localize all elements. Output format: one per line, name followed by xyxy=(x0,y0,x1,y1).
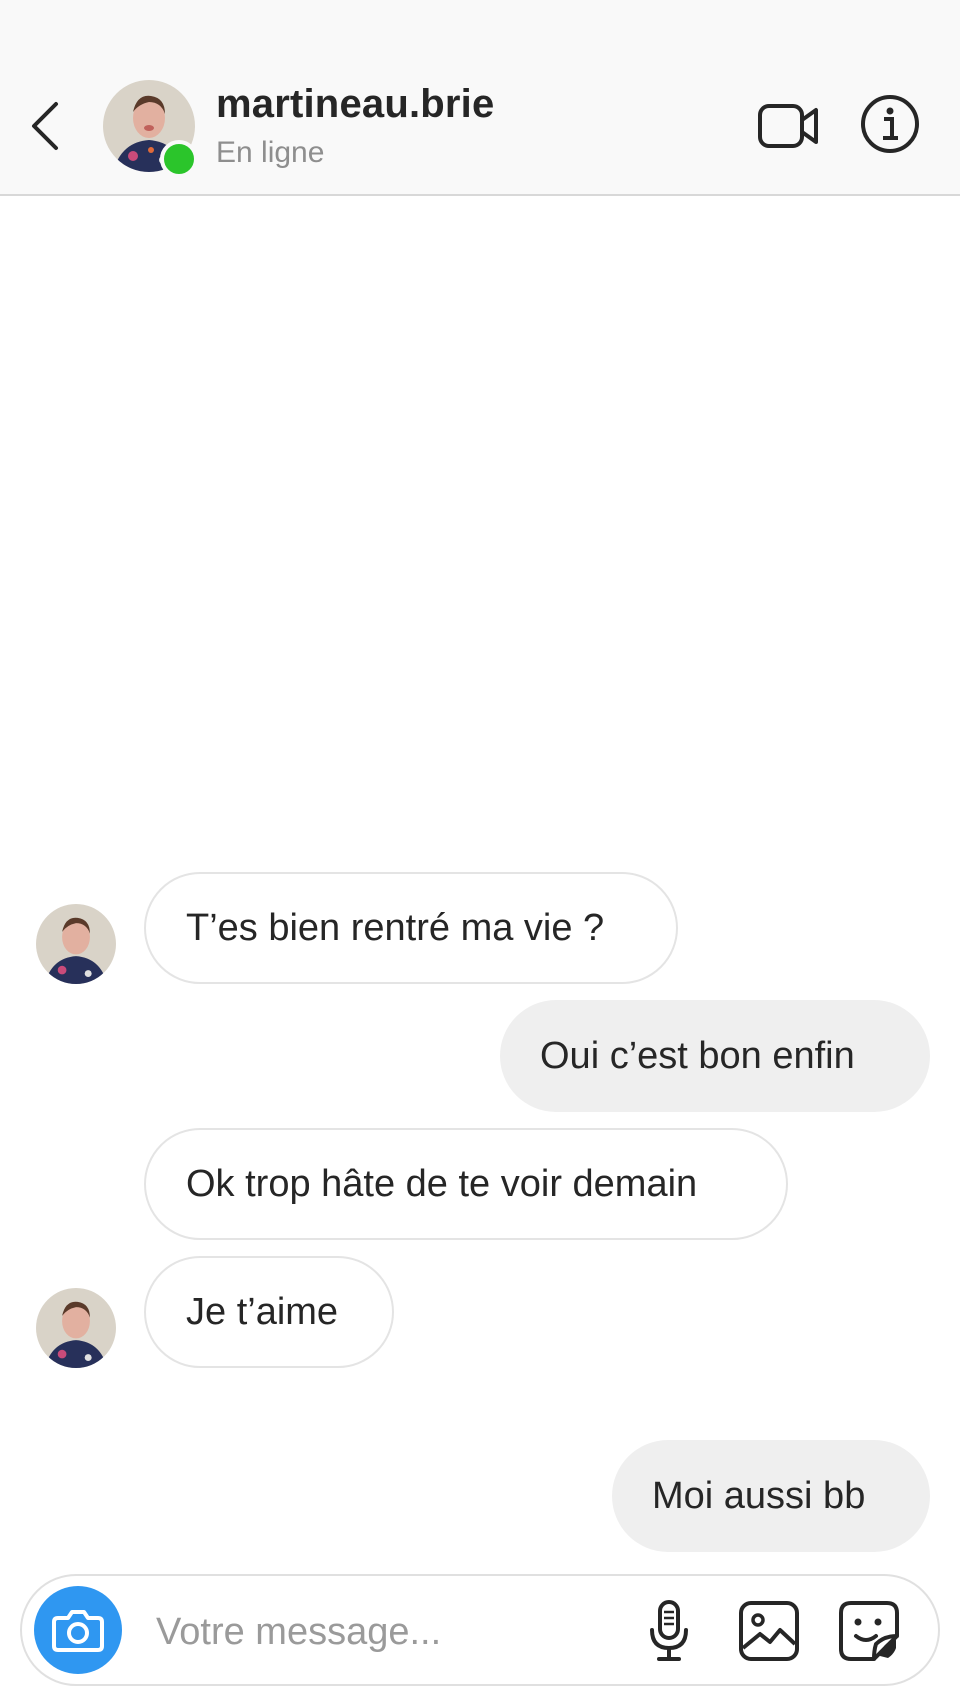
sticker-button[interactable] xyxy=(836,1598,902,1664)
back-chevron-icon xyxy=(32,102,58,150)
message-bubble-outgoing[interactable]: Moi aussi bb xyxy=(612,1440,930,1552)
gallery-icon xyxy=(739,1601,799,1661)
info-button[interactable] xyxy=(858,92,922,156)
message-text: Oui c’est bon enfin xyxy=(540,1035,855,1077)
chat-header: martineau.brie En ligne xyxy=(0,0,960,196)
avatar-image xyxy=(36,1288,116,1368)
message-text: Ok trop hâte de te voir demain xyxy=(186,1163,698,1205)
microphone-icon xyxy=(650,1600,688,1661)
presence-status: En ligne xyxy=(216,136,325,169)
video-call-icon xyxy=(758,104,818,148)
message-text: Moi aussi bb xyxy=(652,1475,866,1517)
online-status-dot xyxy=(160,140,198,178)
message-bubble-outgoing[interactable]: Oui c’est bon enfin xyxy=(500,1000,930,1112)
message-bubble-incoming[interactable]: T’es bien rentré ma vie ? xyxy=(144,872,678,984)
camera-icon xyxy=(52,1610,104,1652)
back-button[interactable] xyxy=(24,96,68,156)
gallery-button[interactable] xyxy=(736,1598,802,1664)
message-bubble-incoming[interactable]: Je t’aime xyxy=(144,1256,394,1368)
sticker-icon xyxy=(839,1601,899,1661)
camera-button[interactable] xyxy=(34,1586,122,1674)
message-bubble-incoming[interactable]: Ok trop hâte de te voir demain xyxy=(144,1128,788,1240)
sender-avatar[interactable] xyxy=(36,904,116,984)
chat-username[interactable]: martineau.brie xyxy=(216,82,494,127)
voice-message-button[interactable] xyxy=(636,1598,702,1664)
message-input[interactable] xyxy=(154,1596,628,1668)
avatar-image xyxy=(36,904,116,984)
info-icon xyxy=(861,95,919,153)
video-call-button[interactable] xyxy=(756,96,822,156)
sender-avatar[interactable] xyxy=(36,1288,116,1368)
message-text: T’es bien rentré ma vie ? xyxy=(186,907,605,949)
message-text: Je t’aime xyxy=(186,1291,339,1333)
message-composer xyxy=(20,1574,940,1686)
